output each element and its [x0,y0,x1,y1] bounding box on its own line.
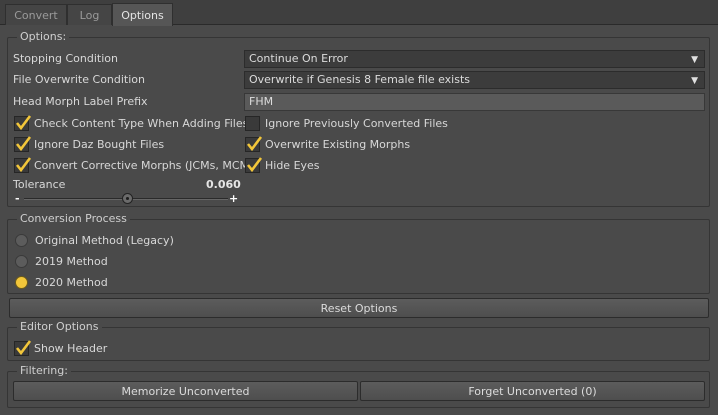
overwrite-existing-morphs-label: Overwrite Existing Morphs [265,138,411,151]
tab-log[interactable]: Log [67,4,112,25]
check-content-type-label: Check Content Type When Adding Files [34,117,249,130]
ignore-daz-bought-label: Ignore Daz Bought Files [34,138,165,151]
method-2019-label: 2019 Method [35,255,108,268]
show-header-checkbox[interactable] [14,340,32,356]
checkmark-icon [15,136,32,152]
conversion-process-group: Conversion Process [7,213,710,294]
show-header-label: Show Header [34,342,108,355]
head-morph-prefix-input[interactable]: FHM [244,93,705,111]
plus-icon[interactable]: + [229,193,238,204]
method-2020-label: 2020 Method [35,276,108,289]
original-method-label: Original Method (Legacy) [35,234,174,247]
file-overwrite-label: File Overwrite Condition [13,73,146,86]
tolerance-value: 0.060 [206,178,241,191]
tolerance-label: Tolerance [13,178,66,191]
tab-options[interactable]: Options [112,3,173,26]
ignore-previously-converted-label: Ignore Previously Converted Files [265,117,448,130]
chevron-down-icon: ▼ [691,76,698,86]
checkmark-icon [15,340,32,356]
filtering-title: Filtering: [17,365,71,377]
head-morph-prefix-label: Head Morph Label Prefix [13,95,148,108]
checkmark-icon [15,115,32,131]
file-overwrite-select[interactable]: Overwrite if Genesis 8 Female file exist… [244,71,705,89]
memorize-unconverted-button[interactable]: Memorize Unconverted [13,381,358,401]
checkmark-icon [246,136,263,152]
editor-options-title: Editor Options [17,321,102,333]
chevron-down-icon: ▼ [691,55,698,65]
head-morph-prefix-value: FHM [249,95,274,108]
convert-corrective-morphs-checkbox[interactable] [14,157,32,173]
conversion-process-title: Conversion Process [17,213,130,225]
reset-options-button[interactable]: Reset Options [9,298,709,318]
stopping-condition-label: Stopping Condition [13,52,118,65]
hide-eyes-checkbox[interactable] [245,157,263,173]
hide-eyes-label: Hide Eyes [265,159,320,172]
tab-bar: Convert Log Options [0,0,718,26]
checkmark-icon [246,157,263,173]
minus-icon[interactable]: - [15,193,20,204]
file-overwrite-value: Overwrite if Genesis 8 Female file exist… [249,73,471,86]
radio-2020-method[interactable] [15,276,28,289]
tab-convert[interactable]: Convert [5,4,67,25]
tolerance-slider-knob[interactable] [122,193,133,204]
options-group-title: Options: [17,31,70,43]
convert-corrective-morphs-label: Convert Corrective Morphs (JCMs, MCMs) [34,159,260,172]
radio-2019-method[interactable] [15,255,28,268]
forget-unconverted-button[interactable]: Forget Unconverted (0) [360,381,705,401]
radio-original-method[interactable] [15,234,28,247]
stopping-condition-value: Continue On Error [249,52,348,65]
ignore-previously-converted-checkbox[interactable] [245,116,260,131]
overwrite-existing-morphs-checkbox[interactable] [245,136,263,152]
editor-options-group: Editor Options [7,321,710,361]
check-content-type-checkbox[interactable] [14,115,32,131]
ignore-daz-bought-checkbox[interactable] [14,136,32,152]
stopping-condition-select[interactable]: Continue On Error ▼ [244,50,705,68]
checkmark-icon [15,157,32,173]
